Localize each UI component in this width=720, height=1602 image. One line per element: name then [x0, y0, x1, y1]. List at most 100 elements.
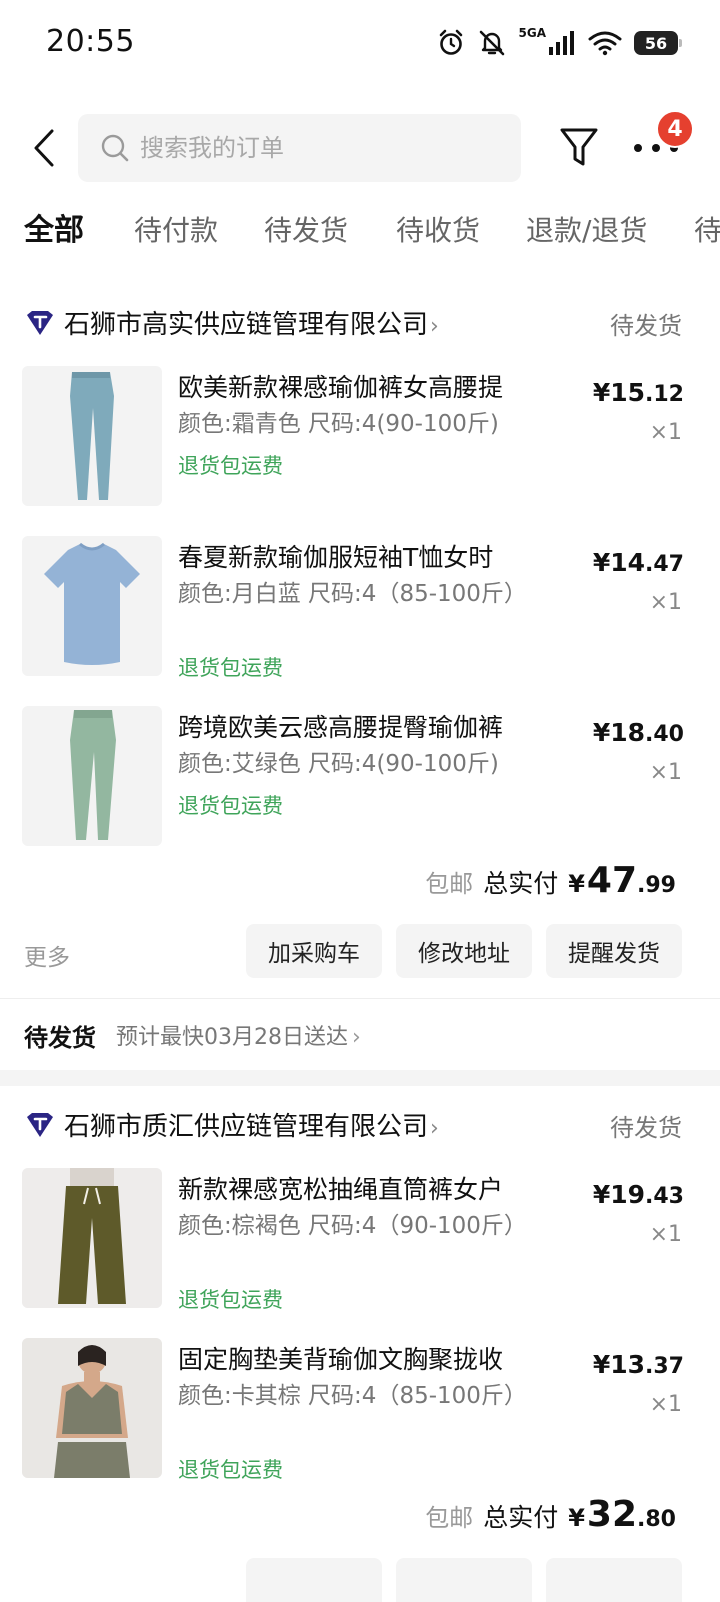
product-thumbnail — [22, 536, 162, 676]
product-title: 固定胸垫美背瑜伽文胸聚拢收 — [178, 1345, 504, 1374]
order-tabs: 全部 待付款 待发货 待收货 退款/退货 待 — [0, 208, 720, 264]
order-card: 石狮市高实供应链管理有限公司› 待发货 欧美新款裸感瑜伽裤女高腰提 颜色:霜青色… — [0, 296, 720, 996]
product-quantity: ×1 — [649, 590, 682, 615]
currency-symbol: ¥ — [568, 1504, 585, 1532]
more-link[interactable]: 更多 — [24, 938, 70, 972]
price-integer: ¥14 — [592, 548, 646, 577]
order-total: 包邮 总实付 ¥ 32 .80 — [425, 1494, 676, 1538]
delivery-estimate-row[interactable]: 待发货 预计最快03月28日送达 › — [0, 1002, 720, 1068]
product-spec: 颜色:艾绿色 尺码:4(90-100斤) — [178, 751, 499, 777]
status-time: 20:55 — [46, 24, 135, 59]
price-decimal: .47 — [645, 552, 684, 577]
chevron-left-icon — [34, 129, 54, 167]
status-bar: 20:55 5GA 56 — [0, 0, 720, 90]
delivery-eta-text: 预计最快03月28日送达 — [116, 1025, 348, 1050]
product-title: 欧美新款裸感瑜伽裤女高腰提 — [178, 373, 504, 402]
product-spec: 颜色:卡其棕 尺码:4（85-100斤） — [178, 1383, 527, 1409]
store-logo-icon — [27, 1113, 53, 1137]
total-decimal: .80 — [637, 1507, 676, 1532]
product-spec: 颜色:霜青色 尺码:4(90-100斤) — [178, 411, 499, 437]
currency-symbol: ¥ — [568, 870, 585, 898]
product-price: ¥13.37 — [593, 1350, 684, 1379]
tab-refund-return[interactable]: 退款/退货 — [526, 208, 647, 264]
edit-address-button[interactable]: 修改地址 — [396, 924, 532, 978]
wide-pants-image — [22, 1168, 162, 1308]
order-item[interactable]: 固定胸垫美背瑜伽文胸聚拢收 颜色:卡其棕 尺码:4（85-100斤） 退货包运费… — [0, 1338, 720, 1482]
order-item[interactable]: 跨境欧美云感高腰提臀瑜伽裤 颜色:艾绿色 尺码:4(90-100斤) 退货包运费… — [0, 706, 720, 846]
tab-pending-review[interactable]: 待 — [694, 208, 720, 264]
shop-name[interactable]: 石狮市质汇供应链管理有限公司› — [64, 1106, 439, 1143]
product-quantity: ×1 — [649, 1392, 682, 1417]
battery-icon: 56 — [634, 31, 682, 55]
product-spec: 颜色:棕褐色 尺码:4（90-100斤） — [178, 1213, 527, 1239]
action-button[interactable] — [246, 1558, 382, 1602]
price-integer: ¥18 — [592, 718, 646, 747]
price-decimal: .43 — [645, 1184, 684, 1209]
leggings-image — [70, 710, 116, 840]
order-item[interactable]: 欧美新款裸感瑜伽裤女高腰提 颜色:霜青色 尺码:4(90-100斤) 退货包运费… — [0, 366, 720, 506]
header — [0, 108, 720, 188]
chevron-right-icon: › — [430, 314, 439, 339]
tab-pending-payment[interactable]: 待付款 — [134, 208, 218, 264]
divider — [0, 998, 720, 999]
filter-button[interactable] — [556, 124, 602, 172]
total-label: 总实付 — [483, 1503, 559, 1532]
sports-bra-image — [22, 1338, 162, 1478]
return-shipping-tag: 退货包运费 — [178, 656, 283, 680]
signal-icon — [549, 31, 574, 55]
back-button[interactable] — [22, 122, 66, 174]
tab-pending-shipment[interactable]: 待发货 — [264, 208, 348, 264]
product-quantity: ×1 — [649, 760, 682, 785]
order-total: 包邮 总实付 ¥ 47 .99 — [425, 860, 676, 904]
return-shipping-tag: 退货包运费 — [178, 454, 283, 478]
action-button[interactable] — [396, 1558, 532, 1602]
price-decimal: .37 — [645, 1354, 684, 1379]
filter-icon — [560, 128, 598, 166]
price-decimal: .12 — [645, 382, 684, 407]
product-price: ¥14.47 — [593, 548, 684, 577]
order-item[interactable]: 春夏新款瑜伽服短袖T恤女时 颜色:月白蓝 尺码:4（85-100斤） 退货包运费… — [0, 536, 720, 680]
orders-page: 20:55 5GA 56 搜索我的订单 4 全部 待付款 待发货 待收货 退款/… — [0, 0, 720, 1602]
total-integer: 47 — [586, 860, 638, 901]
leggings-image — [70, 372, 114, 500]
search-input[interactable] — [140, 134, 500, 162]
total-decimal: .99 — [637, 873, 676, 898]
product-thumbnail — [22, 1168, 162, 1308]
remind-shipment-button[interactable]: 提醒发货 — [546, 924, 682, 978]
tshirt-image — [44, 542, 140, 665]
action-button[interactable] — [546, 1558, 682, 1602]
shop-name[interactable]: 石狮市高实供应链管理有限公司› — [64, 304, 439, 341]
free-shipping-label: 包邮 — [425, 870, 474, 898]
add-to-purchase-cart-button[interactable]: 加采购车 — [246, 924, 382, 978]
product-title: 跨境欧美云感高腰提臀瑜伽裤 — [178, 713, 504, 742]
section-gap — [0, 1070, 720, 1086]
wifi-icon — [588, 31, 622, 56]
search-box[interactable] — [78, 114, 521, 182]
network-label: 5GA — [518, 26, 547, 40]
product-title: 新款裸感宽松抽绳直筒裤女户 — [178, 1175, 504, 1204]
product-quantity: ×1 — [649, 1222, 682, 1247]
product-title: 春夏新款瑜伽服短袖T恤女时 — [178, 543, 494, 572]
product-quantity: ×1 — [649, 420, 682, 445]
return-shipping-tag: 退货包运费 — [178, 1288, 283, 1312]
order-status: 待发货 — [610, 1114, 682, 1142]
chevron-right-icon: › — [352, 1025, 361, 1050]
order-item[interactable]: 新款裸感宽松抽绳直筒裤女户 颜色:棕褐色 尺码:4（90-100斤） 退货包运费… — [0, 1168, 720, 1312]
price-integer: ¥13 — [592, 1350, 646, 1379]
product-thumbnail — [22, 366, 162, 506]
total-label: 总实付 — [483, 869, 559, 898]
shop-name-text: 石狮市高实供应链管理有限公司 — [64, 310, 429, 340]
order-actions — [0, 1558, 720, 1602]
product-spec: 颜色:月白蓝 尺码:4（85-100斤） — [178, 581, 527, 607]
price-decimal: .40 — [645, 722, 684, 747]
tab-all[interactable]: 全部 — [24, 208, 84, 264]
notification-badge: 4 — [656, 110, 694, 148]
status-icons: 5GA 56 — [437, 26, 682, 60]
return-shipping-tag: 退货包运费 — [178, 1458, 283, 1482]
alarm-icon — [439, 29, 462, 55]
delivery-eta: 预计最快03月28日送达 › — [116, 1019, 361, 1051]
search-icon — [101, 134, 129, 162]
tab-pending-receipt[interactable]: 待收货 — [396, 208, 480, 264]
price-integer: ¥19 — [592, 1180, 646, 1209]
mute-bell-icon — [479, 30, 504, 56]
